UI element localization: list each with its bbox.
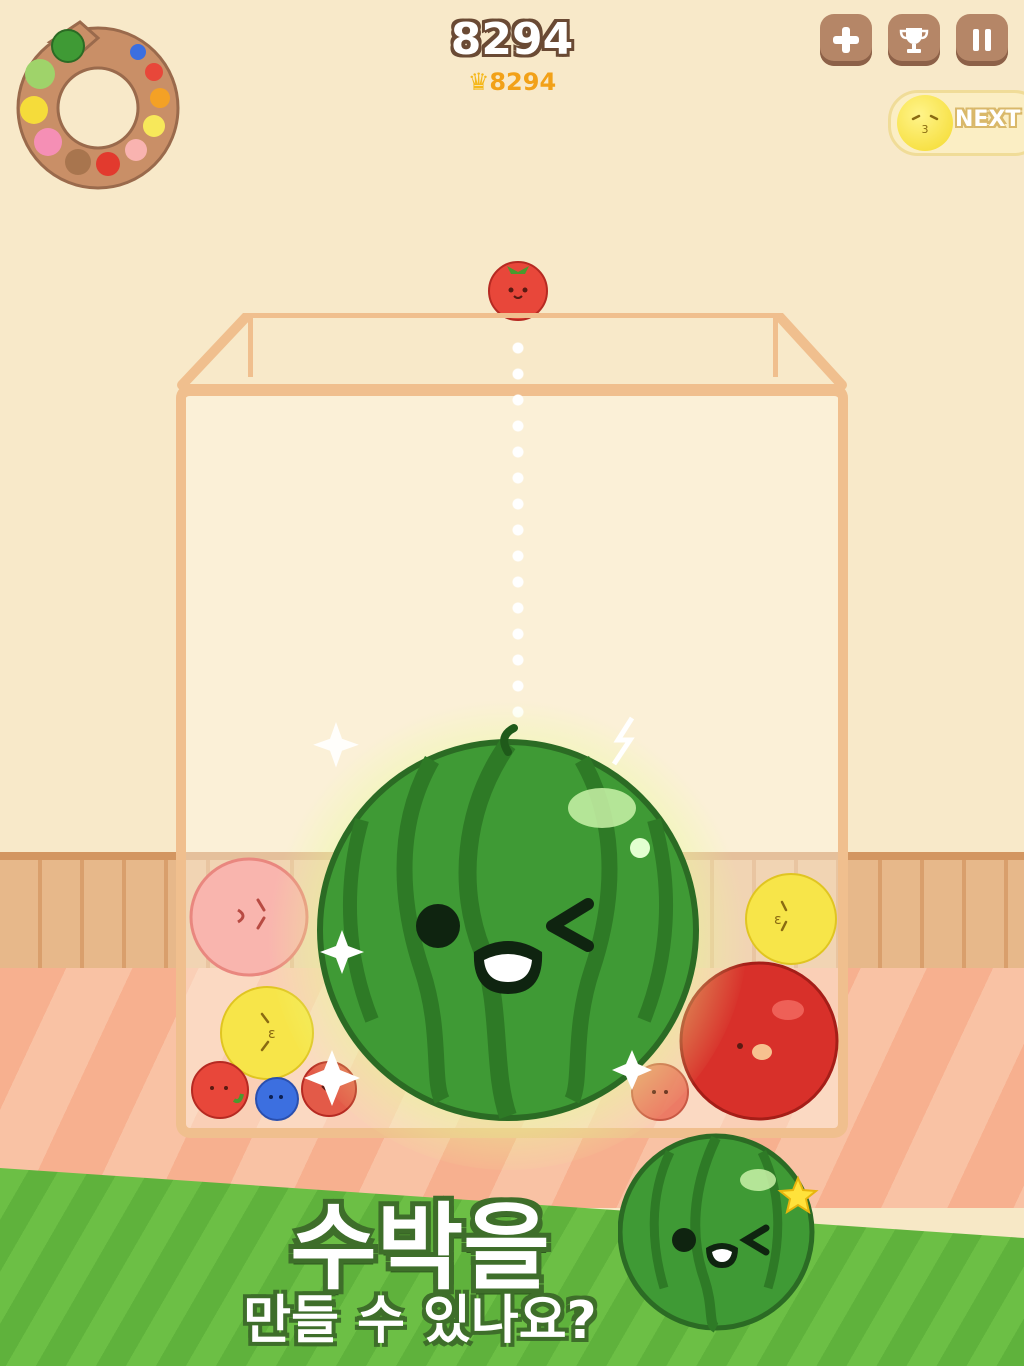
svg-text:3: 3 [922,123,929,136]
pause-button[interactable] [956,14,1008,66]
merged-watermelon [268,690,748,1170]
best-score: ♛8294 [0,68,1024,96]
next-fruit-panel: 3 NEXT [888,90,1024,156]
svg-text:ɛ: ɛ [774,912,782,928]
next-label: NEXT [955,107,1021,132]
add-button[interactable] [820,14,872,66]
promo-subtitle: 만들 수 있나요? [243,1291,597,1351]
best-score-value: 8294 [489,68,557,96]
trophy-icon [899,28,929,53]
plus-icon [833,27,859,53]
crown-icon: ♛ [467,68,490,96]
next-lemon-icon: 3 [897,95,953,151]
strawberry-fruit [191,1061,249,1119]
leaderboard-button[interactable] [888,14,940,66]
pause-icon [973,29,991,51]
drop-guide-line [512,335,524,725]
